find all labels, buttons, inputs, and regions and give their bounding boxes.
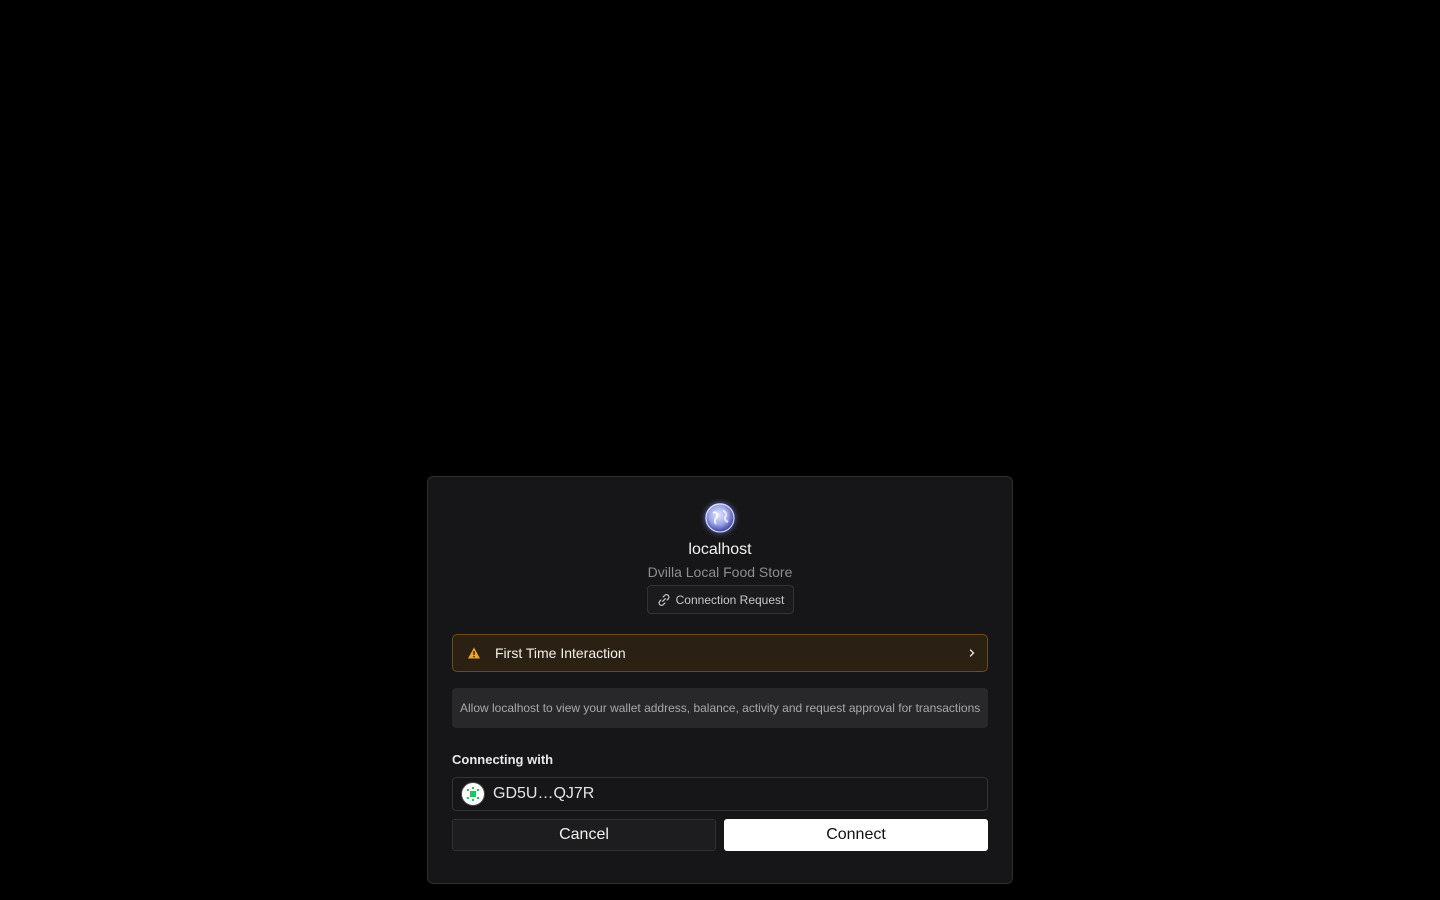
connecting-with-label: Connecting with <box>452 752 554 767</box>
account-selector[interactable]: GD5U…QJ7R <box>452 777 988 811</box>
account-avatar-icon <box>461 782 485 806</box>
site-host: localhost <box>688 541 752 558</box>
site-name: Dvilla Local Food Store <box>647 564 793 580</box>
first-time-interaction-banner[interactable]: First Time Interaction <box>452 634 988 672</box>
warning-icon <box>468 647 480 659</box>
connection-request-label: Connection Request <box>675 592 785 607</box>
warning-label: First Time Interaction <box>495 645 626 661</box>
link-icon <box>658 593 670 606</box>
cancel-button[interactable]: Cancel <box>452 819 716 851</box>
connect-button[interactable]: Connect <box>724 819 988 851</box>
permission-description: Allow localhost to view your wallet addr… <box>452 688 988 728</box>
chevron-right-icon <box>969 649 975 657</box>
globe-icon <box>705 503 735 533</box>
connection-request-badge: Connection Request <box>647 585 794 614</box>
connection-request-dialog: localhost Dvilla Local Food Store Connec… <box>427 476 1013 884</box>
account-address: GD5U…QJ7R <box>493 785 595 802</box>
